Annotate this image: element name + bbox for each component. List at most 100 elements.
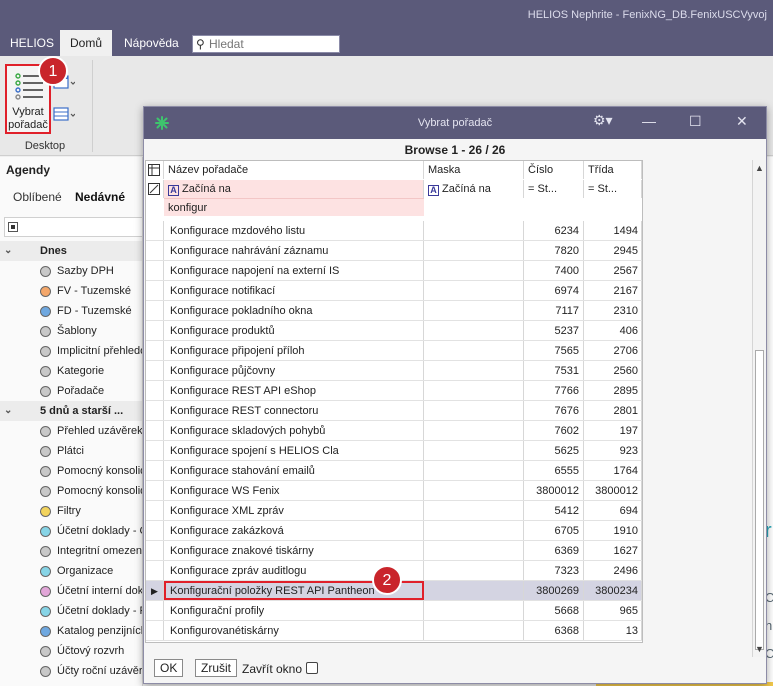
cell-mask[interactable] xyxy=(424,241,524,260)
agenda-item[interactable]: FD - Tuzemské xyxy=(0,301,142,321)
cell-trida[interactable]: 1910 xyxy=(584,521,642,540)
cell-trida[interactable]: 406 xyxy=(584,321,642,340)
agenda-item[interactable]: Přehled uzávěrek xyxy=(0,421,142,441)
column-header-cislo[interactable]: Číslo xyxy=(524,161,584,179)
table-row[interactable]: Konfigurace REST API eShop 7766 2895 xyxy=(146,381,642,401)
cell-name[interactable]: Konfigurace spojení s HELIOS Cla xyxy=(164,441,424,460)
cell-trida[interactable]: 3800012 xyxy=(584,481,642,500)
agenda-item[interactable]: Účetní doklady - C xyxy=(0,521,142,541)
table-row[interactable]: Konfigurace nahrávání záznamu 7820 2945 xyxy=(146,241,642,261)
filter-trida-operator[interactable]: = St... xyxy=(584,180,642,198)
cell-name[interactable]: Konfigurace připojení příloh xyxy=(164,341,424,360)
cell-mask[interactable] xyxy=(424,561,524,580)
agenda-item[interactable]: Plátci xyxy=(0,441,142,461)
cell-name[interactable]: Konfigurace XML zpráv xyxy=(164,501,424,520)
cell-cislo[interactable]: 7766 xyxy=(524,381,584,400)
cell-trida[interactable]: 1764 xyxy=(584,461,642,480)
scrollbar-thumb[interactable] xyxy=(755,350,764,650)
cell-cislo[interactable]: 6974 xyxy=(524,281,584,300)
agenda-item[interactable]: Filtry xyxy=(0,501,142,521)
cell-cislo[interactable]: 7676 xyxy=(524,401,584,420)
column-chooser-icon[interactable] xyxy=(146,161,164,179)
cell-trida[interactable]: 3800234 xyxy=(584,581,642,600)
cell-name[interactable]: Konfigurace napojení na externí IS xyxy=(164,261,424,280)
close-window-checkbox[interactable] xyxy=(306,662,318,674)
cell-name[interactable]: Konfigurace půjčovny xyxy=(164,361,424,380)
grid-scrollbar[interactable]: ▲ ▼ xyxy=(752,160,766,657)
cell-cislo[interactable]: 5412 xyxy=(524,501,584,520)
search-input[interactable] xyxy=(209,37,337,51)
cell-cislo[interactable]: 5668 xyxy=(524,601,584,620)
global-search[interactable]: ⚲ xyxy=(192,35,340,53)
agenda-item[interactable]: Organizace xyxy=(0,561,142,581)
cell-mask[interactable] xyxy=(424,301,524,320)
agenda-item[interactable]: Integritní omezen xyxy=(0,541,142,561)
close-icon[interactable]: ✕ xyxy=(736,113,748,130)
cell-cislo[interactable]: 7117 xyxy=(524,301,584,320)
table-row[interactable]: Konfigurace produktů 5237 406 xyxy=(146,321,642,341)
cell-trida[interactable]: 965 xyxy=(584,601,642,620)
table-row[interactable]: Konfigurace XML zpráv 5412 694 xyxy=(146,501,642,521)
scroll-down-icon[interactable]: ▼ xyxy=(755,644,764,654)
cell-cislo[interactable]: 6369 xyxy=(524,541,584,560)
cell-mask[interactable] xyxy=(424,581,524,600)
cell-mask[interactable] xyxy=(424,261,524,280)
cell-name[interactable]: Konfigurační profily xyxy=(164,601,424,620)
menu-napoveda[interactable]: Nápověda xyxy=(114,30,189,56)
cell-trida[interactable]: 2496 xyxy=(584,561,642,580)
minimize-icon[interactable]: — xyxy=(642,113,656,129)
table-row[interactable]: Konfigurace notifikací 6974 2167 xyxy=(146,281,642,301)
cell-name[interactable]: Konfigurovanétiskárny xyxy=(164,621,424,640)
column-header-name[interactable]: Název pořadače xyxy=(164,161,424,179)
chevron-down-icon[interactable]: ⌄ xyxy=(4,401,12,421)
cell-cislo[interactable]: 6368 xyxy=(524,621,584,640)
cell-cislo[interactable]: 5237 xyxy=(524,321,584,340)
cell-cislo[interactable]: 6705 xyxy=(524,521,584,540)
cell-trida[interactable]: 2167 xyxy=(584,281,642,300)
agenda-item[interactable]: FV - Tuzemské xyxy=(0,281,142,301)
cell-mask[interactable] xyxy=(424,541,524,560)
table-row[interactable]: Konfigurace skladových pohybů 7602 197 xyxy=(146,421,642,441)
agenda-item[interactable]: Katalog penzijních xyxy=(0,621,142,641)
cell-cislo[interactable]: 7323 xyxy=(524,561,584,580)
cell-name[interactable]: Konfigurace stahování emailů xyxy=(164,461,424,480)
table-row[interactable]: Konfigurovanétiskárny 6368 13 xyxy=(146,621,642,641)
agenda-item[interactable]: Pořadače xyxy=(0,381,142,401)
cell-trida[interactable]: 2560 xyxy=(584,361,642,380)
cell-trida[interactable]: 2567 xyxy=(584,261,642,280)
clear-filter-icon[interactable] xyxy=(146,180,164,198)
cell-cislo[interactable]: 3800269 xyxy=(524,581,584,600)
cell-cislo[interactable]: 7531 xyxy=(524,361,584,380)
table-row[interactable]: Konfigurace REST connectoru 7676 2801 xyxy=(146,401,642,421)
cell-mask[interactable] xyxy=(424,501,524,520)
cell-name[interactable]: Konfigurace REST connectoru xyxy=(164,401,424,420)
table-row[interactable]: Konfigurace půjčovny 7531 2560 xyxy=(146,361,642,381)
cell-name[interactable]: Konfigurace pokladního okna xyxy=(164,301,424,320)
cell-mask[interactable] xyxy=(424,321,524,340)
agenda-group[interactable]: ⌄ Dnes xyxy=(0,241,142,261)
column-header-trida[interactable]: Třída xyxy=(584,161,642,179)
cell-mask[interactable] xyxy=(424,341,524,360)
cell-trida[interactable]: 2945 xyxy=(584,241,642,260)
ok-button[interactable]: OK xyxy=(154,659,184,677)
filter-cislo-operator[interactable]: = St... xyxy=(524,180,584,198)
cell-name[interactable]: Konfigurace nahrávání záznamu xyxy=(164,241,424,260)
agenda-item[interactable]: Účty roční uzávěr xyxy=(0,661,142,681)
scroll-up-icon[interactable]: ▲ xyxy=(755,163,764,173)
cell-name[interactable]: Konfigurace REST API eShop xyxy=(164,381,424,400)
cell-cislo[interactable]: 7602 xyxy=(524,421,584,440)
cell-cislo[interactable]: 6555 xyxy=(524,461,584,480)
agenda-item[interactable]: Implicitní přehledo xyxy=(0,341,142,361)
agenda-group[interactable]: ⌄ 5 dnů a starší ... xyxy=(0,401,142,421)
agenda-item[interactable]: Pomocný konsolid xyxy=(0,481,142,501)
filter-mask-operator[interactable]: A Začíná na xyxy=(424,180,524,198)
cell-name[interactable]: Konfigurace skladových pohybů xyxy=(164,421,424,440)
filter-name-operator[interactable]: A Začíná na xyxy=(164,180,424,198)
cell-mask[interactable] xyxy=(424,441,524,460)
cell-mask[interactable] xyxy=(424,381,524,400)
filter-name-value[interactable]: konfigur xyxy=(164,198,424,216)
table-row[interactable]: Konfigurace napojení na externí IS 7400 25… xyxy=(146,261,642,281)
cell-trida[interactable]: 923 xyxy=(584,441,642,460)
cell-cislo[interactable]: 7820 xyxy=(524,241,584,260)
cell-mask[interactable] xyxy=(424,601,524,620)
